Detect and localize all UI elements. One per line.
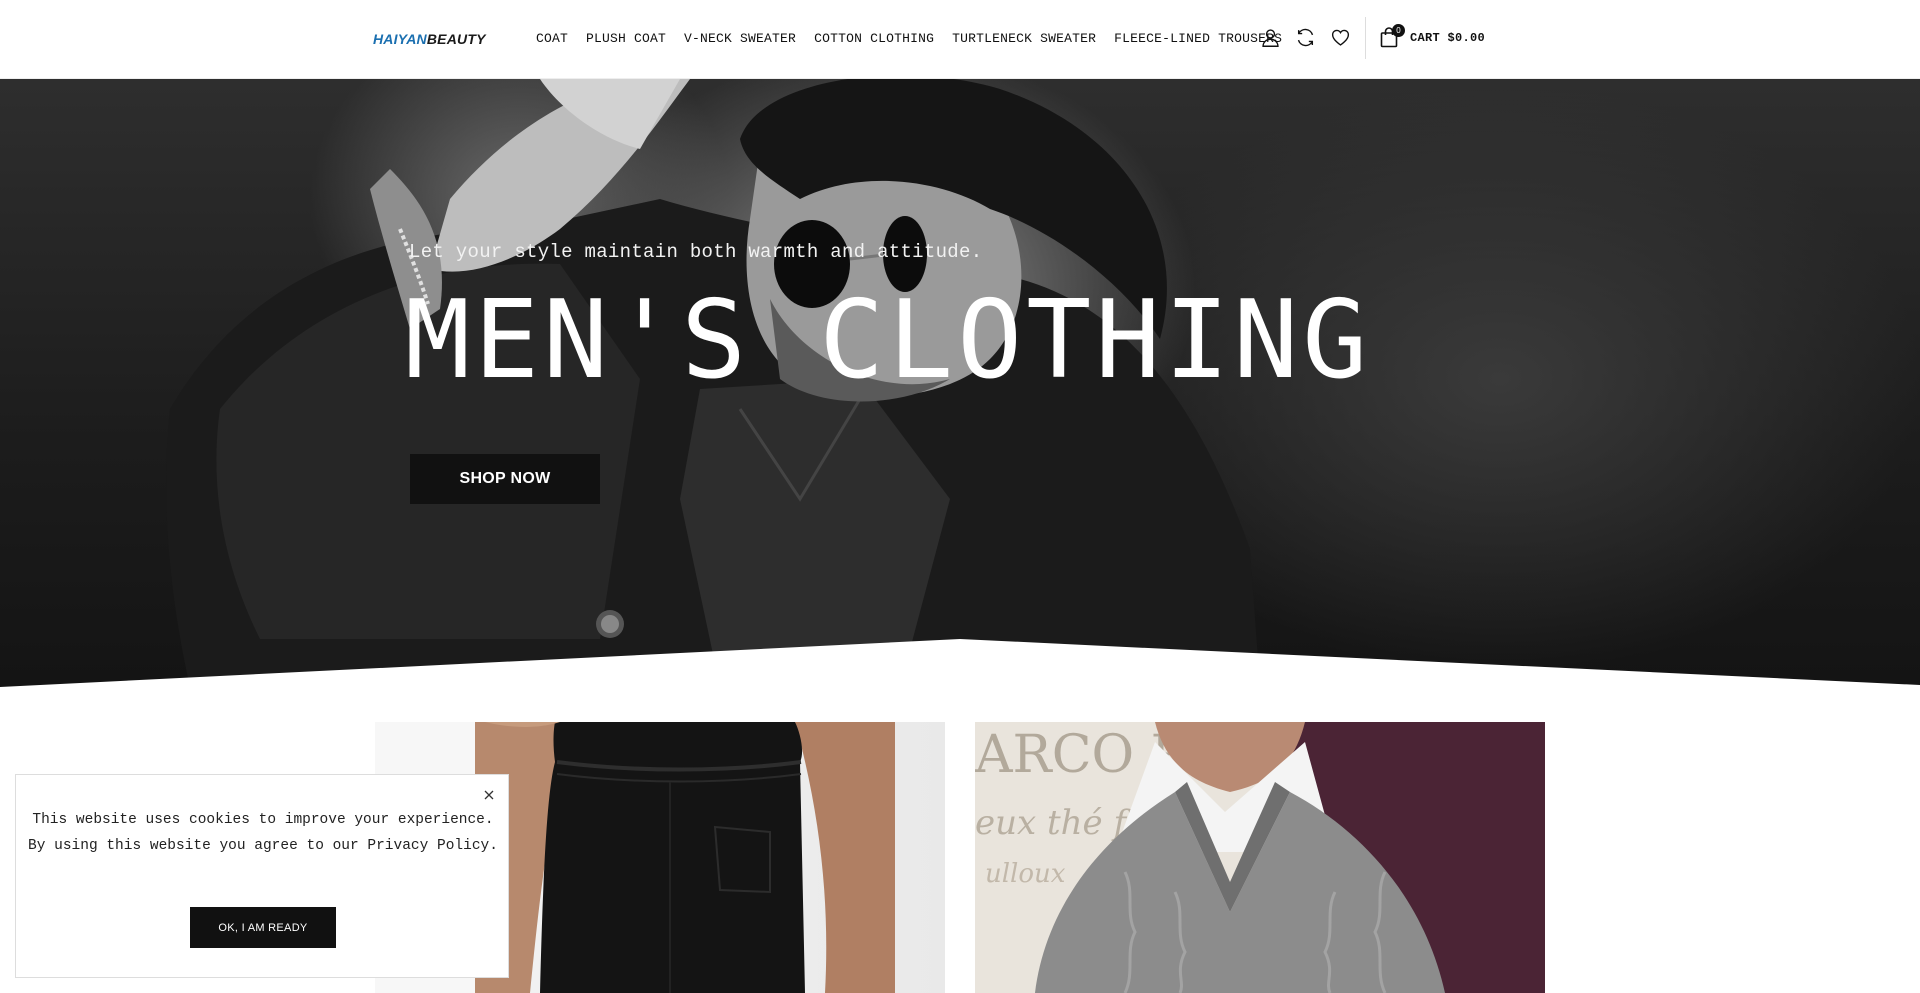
close-icon[interactable] xyxy=(483,789,495,801)
wishlist-icon[interactable] xyxy=(1330,27,1351,48)
cart-label: CART $0.00 xyxy=(1410,31,1486,45)
compare-icon[interactable] xyxy=(1295,27,1316,48)
hero-bottom-divider xyxy=(0,639,1920,687)
shop-now-button[interactable]: SHOP NOW xyxy=(410,454,600,504)
cart-count-badge: 0 xyxy=(1392,24,1405,37)
cookie-message-line-2: By using this website you agree to our P… xyxy=(28,838,498,854)
nav-item-coat[interactable]: COAT xyxy=(536,31,568,46)
cookie-accept-button[interactable]: OK, I AM READY xyxy=(190,907,336,948)
cookie-consent-banner: This website uses cookies to improve you… xyxy=(15,774,509,978)
cookie-message: This website uses cookies to improve you… xyxy=(16,807,510,859)
cart-button[interactable]: 0 CART $0.00 xyxy=(1380,24,1486,49)
hero-banner: Let your style maintain both warmth and … xyxy=(0,79,1920,687)
site-header: HAIYAN BEAUTY COAT PLUSH COAT V-NECK SWEA… xyxy=(0,0,1920,79)
brand-logo[interactable]: HAIYAN BEAUTY xyxy=(373,31,486,47)
product-tile-v-neck-sweater[interactable]: ARCO PO eux thé f ulloux xyxy=(975,722,1545,993)
logo-part-2: BEAUTY xyxy=(426,31,486,47)
nav-item-fleece-lined-trousers[interactable]: FLEECE-LINED TROUSERS xyxy=(1114,31,1282,46)
header-icons xyxy=(1260,27,1351,48)
header-divider xyxy=(1365,17,1366,59)
svg-text:eux thé f: eux thé f xyxy=(975,803,1131,843)
cart-icon-wrap: 0 xyxy=(1380,24,1405,49)
nav-item-plush-coat[interactable]: PLUSH COAT xyxy=(586,31,666,46)
sweater-image: ARCO PO eux thé f ulloux xyxy=(975,722,1545,993)
main-nav: COAT PLUSH COAT V-NECK SWEATER COTTON CL… xyxy=(536,31,1282,46)
nav-item-v-neck-sweater[interactable]: V-NECK SWEATER xyxy=(684,31,796,46)
logo-part-1: HAIYAN xyxy=(373,31,427,47)
hero-title: MEN'S CLOTHING xyxy=(405,278,1372,403)
nav-item-turtleneck-sweater[interactable]: TURTLENECK SWEATER xyxy=(952,31,1096,46)
hero-subtitle: Let your style maintain both warmth and … xyxy=(409,241,983,263)
svg-text:ulloux: ulloux xyxy=(985,859,1066,889)
nav-item-cotton-clothing[interactable]: COTTON CLOTHING xyxy=(814,31,934,46)
cookie-message-line-1: This website uses cookies to improve you… xyxy=(32,812,494,828)
account-icon[interactable] xyxy=(1260,27,1281,48)
